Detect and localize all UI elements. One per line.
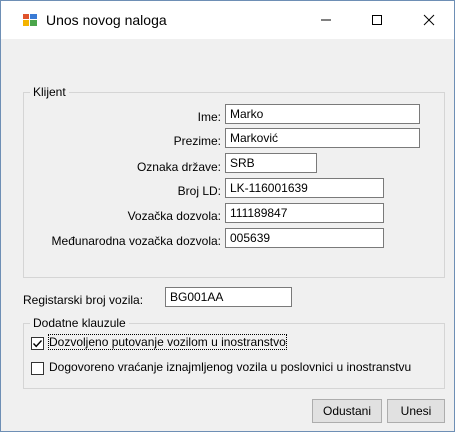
ime-label: Ime: [197, 110, 221, 124]
broj-ld-label: Broj LD: [177, 184, 221, 198]
oznaka-drzave-label: Oznaka države: [136, 160, 221, 174]
prezime-field[interactable]: Marković [225, 128, 420, 148]
inostranstvo-checkbox[interactable] [31, 337, 44, 350]
medjunarodna-dozvola-field[interactable]: 005639 [225, 228, 384, 248]
prezime-label: Prezime: [173, 134, 221, 148]
cancel-button[interactable]: Odustani [312, 399, 382, 423]
maximize-icon [372, 15, 382, 25]
minimize-button[interactable] [302, 1, 350, 39]
ime-field[interactable]: Marko [225, 104, 420, 124]
dodatne-klauzule-group: Dodatne klauzule [23, 316, 445, 389]
vozacka-dozvola-label: Vozačka dozvola: [127, 209, 221, 223]
vracanje-inostranstvo-checkbox-label[interactable]: Dogovoreno vraćanje iznajmljenog vozila … [49, 360, 411, 374]
submit-button[interactable]: Unesi [387, 399, 445, 423]
window-title: Unos novog naloga [46, 12, 167, 28]
vozacka-dozvola-field[interactable]: 111189847 [225, 203, 384, 223]
registarski-broj-label: Registarski broj vozila: [23, 293, 144, 307]
registarski-broj-field[interactable]: BG001AA [165, 287, 292, 307]
medjunarodna-dozvola-label: Međunarodna vozačka dozvola: [51, 234, 221, 248]
form-app-icon [22, 13, 38, 27]
klijent-legend: Klijent [30, 85, 69, 99]
close-button[interactable] [405, 1, 453, 39]
vracanje-inostranstvo-checkbox[interactable] [31, 362, 44, 375]
maximize-button[interactable] [353, 1, 401, 39]
broj-ld-field[interactable]: LK-116001639 [225, 178, 384, 198]
close-icon [423, 14, 435, 26]
oznaka-drzave-field[interactable]: SRB [225, 153, 317, 173]
inostranstvo-checkbox-label[interactable]: Dozvoljeno putovanje vozilom u inostrans… [48, 334, 287, 350]
checkmark-icon [32, 340, 43, 348]
minimize-icon [321, 19, 331, 21]
dodatne-klauzule-legend: Dodatne klauzule [30, 316, 129, 330]
dialog-window: Unos novog naloga Klijent Ime: Marko Pre… [0, 0, 455, 432]
title-bar[interactable]: Unos novog naloga [1, 1, 454, 39]
